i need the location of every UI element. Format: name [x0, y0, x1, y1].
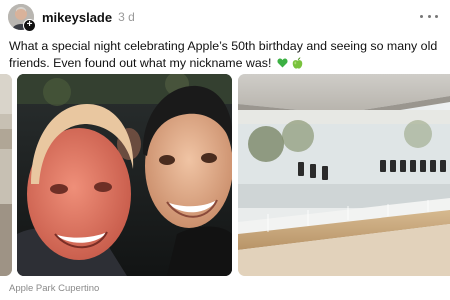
more-dot: [435, 14, 438, 18]
selfie-photo[interactable]: [17, 74, 232, 276]
media-carousel[interactable]: [0, 74, 450, 276]
more-dot: [427, 14, 431, 18]
post-timestamp[interactable]: 3 d: [118, 10, 135, 24]
apple-store-photo[interactable]: [238, 74, 450, 276]
more-options-icon[interactable]: [420, 8, 438, 24]
username[interactable]: mikeyslade: [42, 10, 112, 25]
post-header: + mikeyslade 3 d: [8, 2, 442, 32]
location-label[interactable]: Apple Park Cupertino: [9, 283, 99, 294]
previous-photo-edge[interactable]: [0, 74, 12, 276]
green-apple-icon: [293, 57, 303, 69]
post-caption: What a special night celebrating Apple’s…: [9, 38, 439, 72]
more-dot: [420, 14, 423, 18]
follow-plus-icon[interactable]: +: [23, 19, 36, 32]
post-text: What a special night celebrating Apple’s…: [9, 39, 438, 70]
avatar[interactable]: +: [8, 4, 36, 32]
green-heart-icon: [277, 58, 288, 68]
